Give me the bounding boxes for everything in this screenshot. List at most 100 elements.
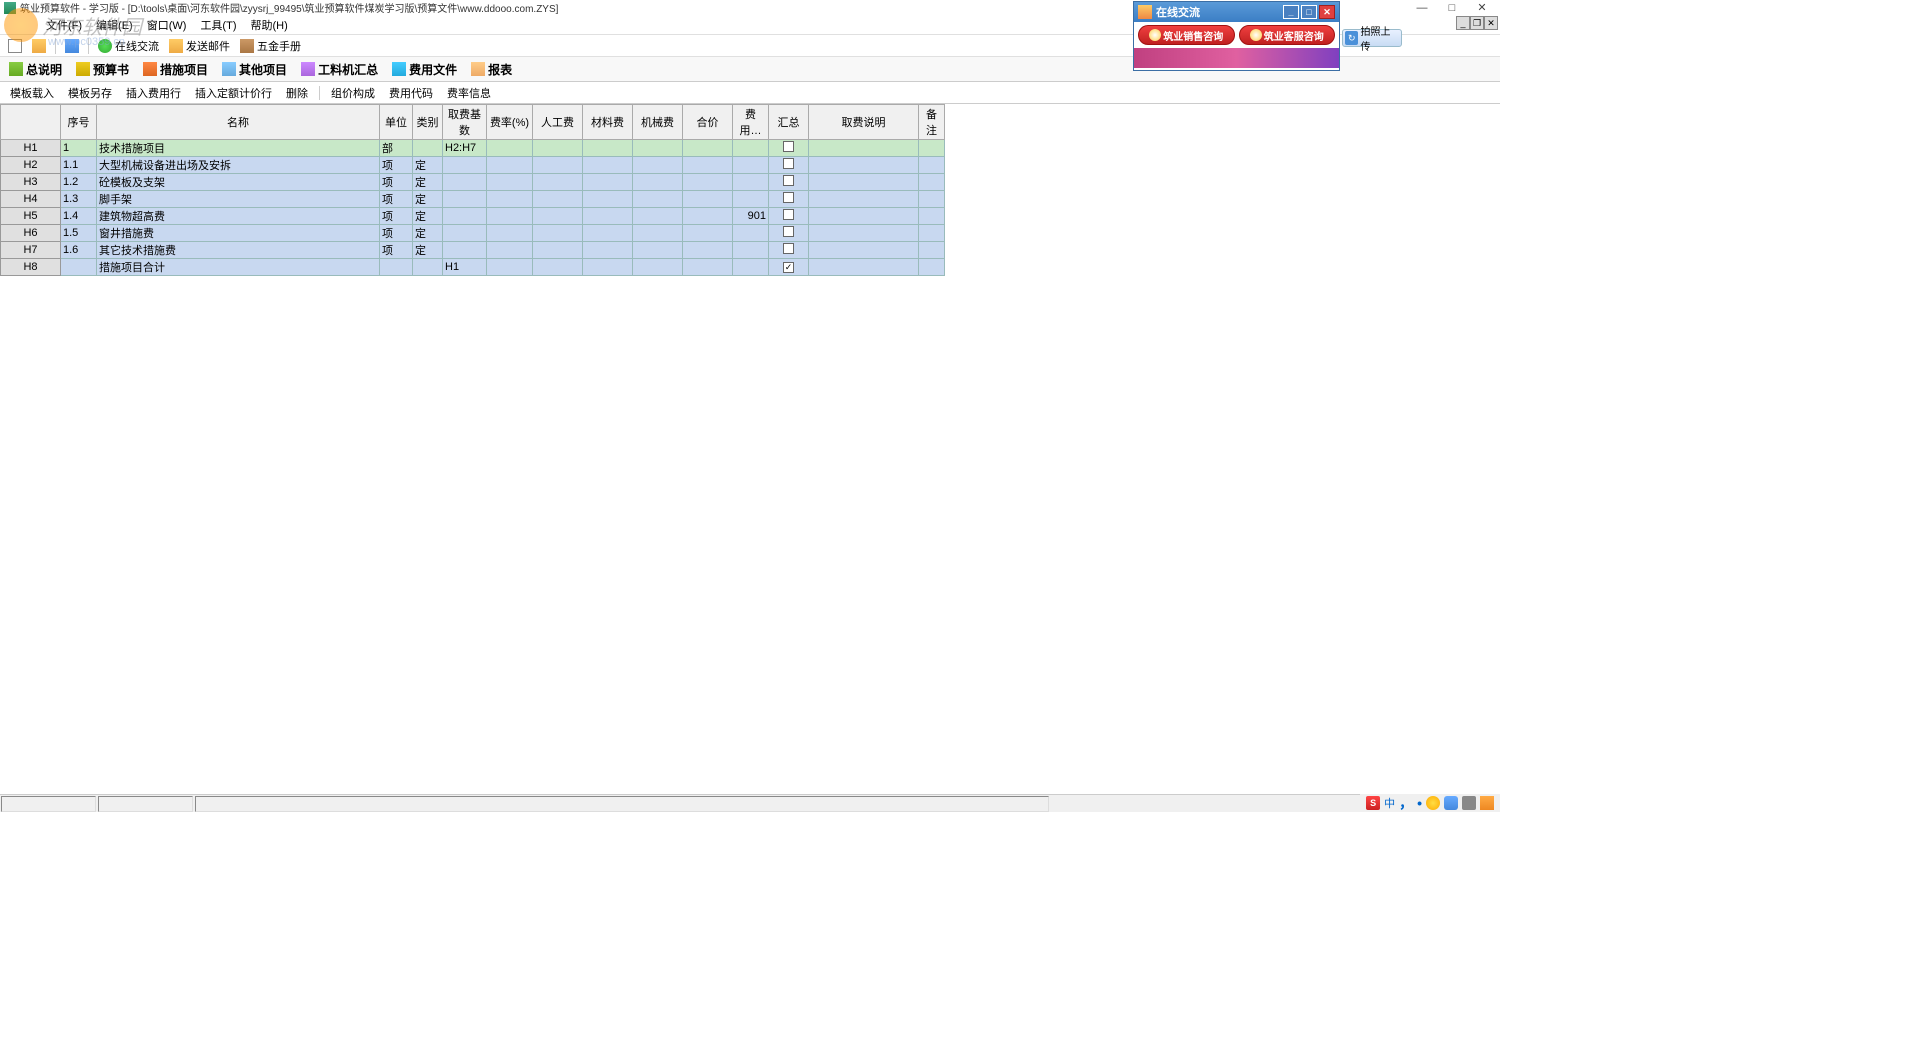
table-cell[interactable] [487,174,533,191]
table-cell[interactable] [533,191,583,208]
col-labor[interactable]: 人工费 [533,105,583,140]
table-cell[interactable] [809,225,919,242]
table-cell[interactable]: 定 [413,208,443,225]
table-cell[interactable] [633,157,683,174]
menu-edit[interactable]: 编辑(E) [90,15,139,35]
col-rate[interactable]: 费率(%) [487,105,533,140]
table-cell[interactable] [533,208,583,225]
table-cell[interactable] [413,140,443,157]
keyboard-icon[interactable] [1462,796,1476,810]
table-cell[interactable]: 定 [413,242,443,259]
table-cell-checkbox[interactable] [769,259,809,276]
table-cell[interactable]: 1 [61,140,97,157]
table-cell[interactable] [919,225,945,242]
table-cell[interactable] [919,242,945,259]
checkbox-icon[interactable] [783,226,794,237]
menu-file[interactable]: 文件(F) [40,15,88,35]
table-cell[interactable]: 项 [380,208,413,225]
table-cell[interactable] [443,225,487,242]
table-cell[interactable] [443,174,487,191]
table-cell[interactable] [487,191,533,208]
table-cell[interactable] [809,174,919,191]
insert-fee-row-button[interactable]: 插入费用行 [120,83,187,103]
col-mach[interactable]: 机械费 [633,105,683,140]
table-cell[interactable] [683,225,733,242]
table-cell[interactable]: 部 [380,140,413,157]
table-cell[interactable]: 技术措施项目 [97,140,380,157]
checkbox-icon[interactable] [783,209,794,220]
insert-quota-row-button[interactable]: 插入定额计价行 [189,83,278,103]
table-cell[interactable]: 项 [380,174,413,191]
online-chat-button[interactable]: 在线交流 [94,36,163,56]
table-cell[interactable] [380,259,413,276]
checkbox-icon[interactable] [783,175,794,186]
ime-width-icon[interactable]: • [1417,795,1422,811]
table-cell[interactable] [733,174,769,191]
handbook-button[interactable]: 五金手册 [236,36,305,56]
table-cell[interactable] [683,157,733,174]
table-cell[interactable] [61,259,97,276]
table-cell[interactable] [487,225,533,242]
col-rownum[interactable] [1,105,61,140]
table-cell[interactable]: H2:H7 [443,140,487,157]
table-cell[interactable] [633,191,683,208]
table-cell-checkbox[interactable] [769,208,809,225]
chat-popup-minimize-button[interactable]: _ [1283,5,1299,19]
delete-button[interactable]: 删除 [280,83,314,103]
table-cell[interactable]: 大型机械设备进出场及安拆 [97,157,380,174]
chat-popup-maximize-button[interactable]: □ [1301,5,1317,19]
emoji-icon[interactable] [1426,796,1440,810]
table-cell[interactable] [533,225,583,242]
composition-button[interactable]: 组价构成 [325,83,381,103]
table-cell[interactable] [533,140,583,157]
tab-measures[interactable]: 措施项目 [136,57,215,82]
table-cell[interactable]: 定 [413,191,443,208]
template-save-button[interactable]: 模板另存 [62,83,118,103]
tab-materials[interactable]: 工料机汇总 [294,57,385,82]
table-cell-checkbox[interactable] [769,157,809,174]
tab-overview[interactable]: 总说明 [2,57,69,82]
table-cell[interactable] [919,259,945,276]
table-cell[interactable] [683,242,733,259]
ime-lang-icon[interactable]: 中 [1384,795,1395,811]
col-note[interactable]: 备注 [919,105,945,140]
table-cell[interactable]: H4 [1,191,61,208]
table-cell[interactable] [633,225,683,242]
col-use[interactable]: 费用… [733,105,769,140]
col-mat[interactable]: 材料费 [583,105,633,140]
table-cell[interactable]: 项 [380,242,413,259]
chat-popup-titlebar[interactable]: 在线交流 _ □ ✕ [1134,2,1339,22]
window-maximize-button[interactable]: □ [1446,2,1458,14]
table-cell[interactable]: 901 [733,208,769,225]
table-cell[interactable]: 窗井措施费 [97,225,380,242]
table-cell[interactable] [583,259,633,276]
table-cell[interactable] [919,208,945,225]
table-row[interactable]: H71.6其它技术措施费项定 [1,242,945,259]
col-type[interactable]: 类别 [413,105,443,140]
table-cell[interactable]: H8 [1,259,61,276]
table-cell[interactable] [533,174,583,191]
window-minimize-button[interactable]: — [1416,2,1428,14]
col-sum[interactable]: 汇总 [769,105,809,140]
table-cell[interactable]: 1.5 [61,225,97,242]
table-cell[interactable] [583,174,633,191]
table-cell[interactable] [583,242,633,259]
window-close-button[interactable]: ✕ [1476,2,1488,14]
fee-code-button[interactable]: 费用代码 [383,83,439,103]
table-cell[interactable] [533,259,583,276]
table-cell[interactable] [487,140,533,157]
table-cell[interactable] [633,174,683,191]
table-cell-checkbox[interactable] [769,225,809,242]
send-mail-button[interactable]: 发送邮件 [165,36,234,56]
table-cell[interactable]: 1.3 [61,191,97,208]
table-cell[interactable] [809,140,919,157]
table-cell[interactable] [683,208,733,225]
upload-widget[interactable]: ↻ 拍照上传 [1342,29,1402,47]
table-cell[interactable] [633,259,683,276]
table-cell[interactable] [413,259,443,276]
checkbox-icon[interactable] [783,158,794,169]
table-cell[interactable]: 定 [413,225,443,242]
table-cell[interactable]: 项 [380,191,413,208]
checkbox-icon[interactable] [783,141,794,152]
table-cell[interactable] [809,242,919,259]
